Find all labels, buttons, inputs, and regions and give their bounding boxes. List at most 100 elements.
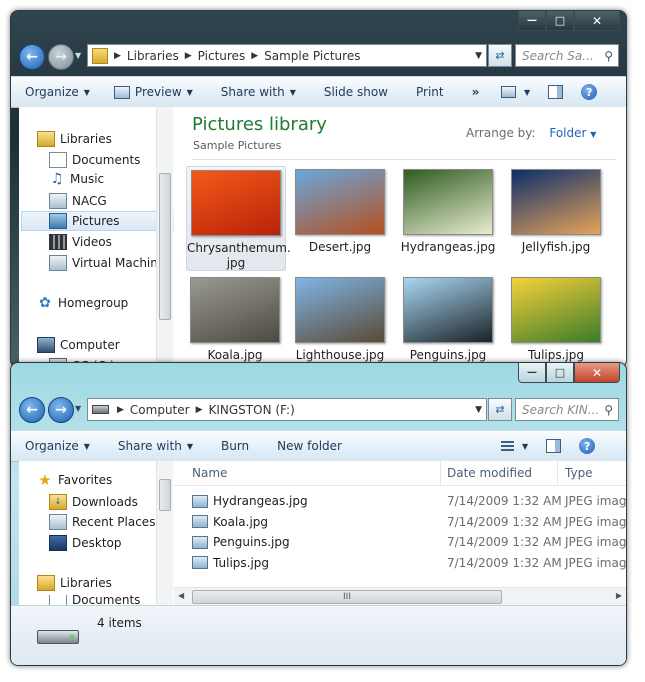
navigation-pane-scrollbar[interactable] [156,107,173,367]
tree-item-recent-places[interactable]: Recent Places [49,514,155,530]
thumbnail-item[interactable]: Lighthouse.jpg [291,274,389,367]
breadcrumb-sample-pictures[interactable]: Sample Pictures [264,49,360,63]
scrollbar-thumb[interactable] [159,479,171,511]
file-name: Tulips.jpg [213,555,270,570]
file-list-horizontal-scrollbar[interactable]: ◀ III ▶ [174,587,626,606]
arrange-by: Arrange by: Folder ▼ [466,126,596,140]
search-input[interactable]: Search KIN... ⚲ [515,398,619,421]
breadcrumb-libraries[interactable]: Libraries [127,49,179,63]
scroll-left-icon[interactable]: ◀ [178,591,184,600]
minimize-button[interactable]: — [518,363,546,383]
column-header-name[interactable]: Name [192,466,227,480]
thumbnail-item[interactable]: Desert.jpg [291,166,389,261]
scrollbar-thumb[interactable] [159,173,171,320]
column-header-type[interactable]: Type [565,466,593,480]
column-divider[interactable] [440,461,441,485]
burn-button[interactable]: Burn [221,439,249,453]
tree-item-favorites[interactable]: ★ Favorites [37,471,112,489]
thumbnail-image [295,277,385,343]
chevron-down-icon: ▼ [83,87,90,97]
new-folder-button[interactable]: New folder [277,439,342,453]
minimize-button[interactable]: — [518,11,546,31]
preview-pane-icon[interactable] [546,439,562,453]
scrollbar-thumb[interactable]: III [192,590,502,604]
change-view-icon[interactable] [501,86,516,98]
library-subtitle: Sample Pictures [193,139,282,152]
back-button[interactable]: ← [19,44,45,70]
breadcrumb-kingston[interactable]: KINGSTON (F:) [209,403,295,417]
thumbnail-item[interactable]: Penguins.jpg [399,274,497,367]
breadcrumb-pictures[interactable]: Pictures [198,49,246,63]
preview-label: Preview [134,85,182,99]
view-chevron-down-icon[interactable]: ▼ [522,442,528,451]
search-input[interactable]: Search Sa... ⚲ [515,44,619,67]
thumbnail-item[interactable]: Jellyfish.jpg [507,166,605,261]
details-pane: 4 items [11,605,626,665]
thumbnail-item[interactable]: Chrysanthemum. jpg [186,166,291,271]
address-bar[interactable]: ▶ Libraries ▶ Pictures ▶ Sample Pictures… [87,44,487,67]
scroll-right-icon[interactable]: ▶ [616,591,622,600]
column-header-date-modified[interactable]: Date modified [447,466,532,480]
print-button[interactable]: Print [416,85,444,99]
table-row[interactable]: Penguins.jpg [192,532,290,552]
tree-item-computer[interactable]: Computer [37,337,120,353]
forward-button[interactable]: → [48,44,74,70]
close-button[interactable]: ✕ [574,11,620,31]
address-bar[interactable]: ▶ Computer ▶ KINGSTON (F:) ▼ [87,398,487,421]
forward-button[interactable]: → [48,397,74,423]
view-chevron-down-icon[interactable]: ▼ [524,88,530,97]
more-commands-button[interactable]: » [472,85,480,99]
navigation-pane-scrollbar[interactable] [156,461,173,605]
address-history-dropdown-icon[interactable]: ▼ [475,51,482,61]
file-type: JPEG imag [565,535,627,549]
recent-pages-dropdown[interactable]: ▼ [75,51,81,60]
drive-led [70,635,74,638]
tree-item-videos[interactable]: Videos [49,234,112,250]
close-button[interactable]: ✕ [574,363,620,383]
share-with-button[interactable]: Share with ▼ [221,85,296,99]
thumbnail-item[interactable]: Koala.jpg [186,274,284,367]
tree-item-label: Videos [72,235,112,249]
tree-item-documents[interactable]: Documents [49,595,140,605]
tree-item-documents[interactable]: Documents [49,152,140,168]
tree-item-virtual-machines[interactable]: Virtual Machines [49,255,172,271]
tree-item-desktop[interactable]: Desktop [49,535,122,551]
tree-item-homegroup[interactable]: ✿ Homegroup [37,295,128,311]
organize-button[interactable]: Organize ▼ [25,85,90,99]
arrange-by-dropdown[interactable]: Folder ▼ [549,126,596,140]
preview-pane-icon[interactable] [548,85,564,99]
organize-button[interactable]: Organize ▼ [25,439,90,453]
recent-pages-dropdown[interactable]: ▼ [75,404,81,413]
table-row[interactable]: Tulips.jpg [192,553,269,573]
tree-item-downloads[interactable]: ↓ Downloads [49,494,138,510]
tree-item-nacg[interactable]: NACG [49,193,107,209]
maximize-button[interactable]: □ [546,363,574,383]
maximize-button[interactable]: □ [546,11,574,31]
details-view-icon[interactable] [501,441,514,451]
share-with-button[interactable]: Share with ▼ [118,439,193,453]
usb-drive-icon [92,405,109,414]
view-controls: ▼ ? [501,84,598,100]
table-row[interactable]: Koala.jpg [192,512,268,532]
item-count: 4 items [97,616,142,630]
refresh-button[interactable]: ⇄ [488,44,512,67]
table-row[interactable]: Hydrangeas.jpg [192,491,308,511]
help-icon[interactable]: ? [581,84,598,100]
breadcrumb-separator-icon: ▶ [251,50,259,61]
thumbnail-item[interactable]: Hydrangeas.jpg [399,166,497,261]
slide-show-button[interactable]: Slide show [324,85,388,99]
tree-item-label: Libraries [60,576,112,590]
preview-button[interactable]: Preview ▼ [113,85,193,99]
tree-item-libraries[interactable]: Libraries [37,131,112,147]
back-button[interactable]: ← [19,397,45,423]
tree-item-music[interactable]: ♫ Music [49,171,104,187]
breadcrumb-computer[interactable]: Computer [130,403,190,417]
favorites-star-icon: ★ [38,471,52,489]
tree-item-libraries[interactable]: Libraries [37,575,112,591]
column-divider[interactable] [557,461,558,485]
thumbnail-item[interactable]: Tulips.jpg [507,274,605,367]
refresh-button[interactable]: ⇄ [488,398,512,421]
help-icon[interactable]: ? [579,438,596,454]
address-history-dropdown-icon[interactable]: ▼ [475,405,482,415]
command-bar: Organize ▼ Share with ▼ Burn New folder ▼ … [11,430,626,462]
